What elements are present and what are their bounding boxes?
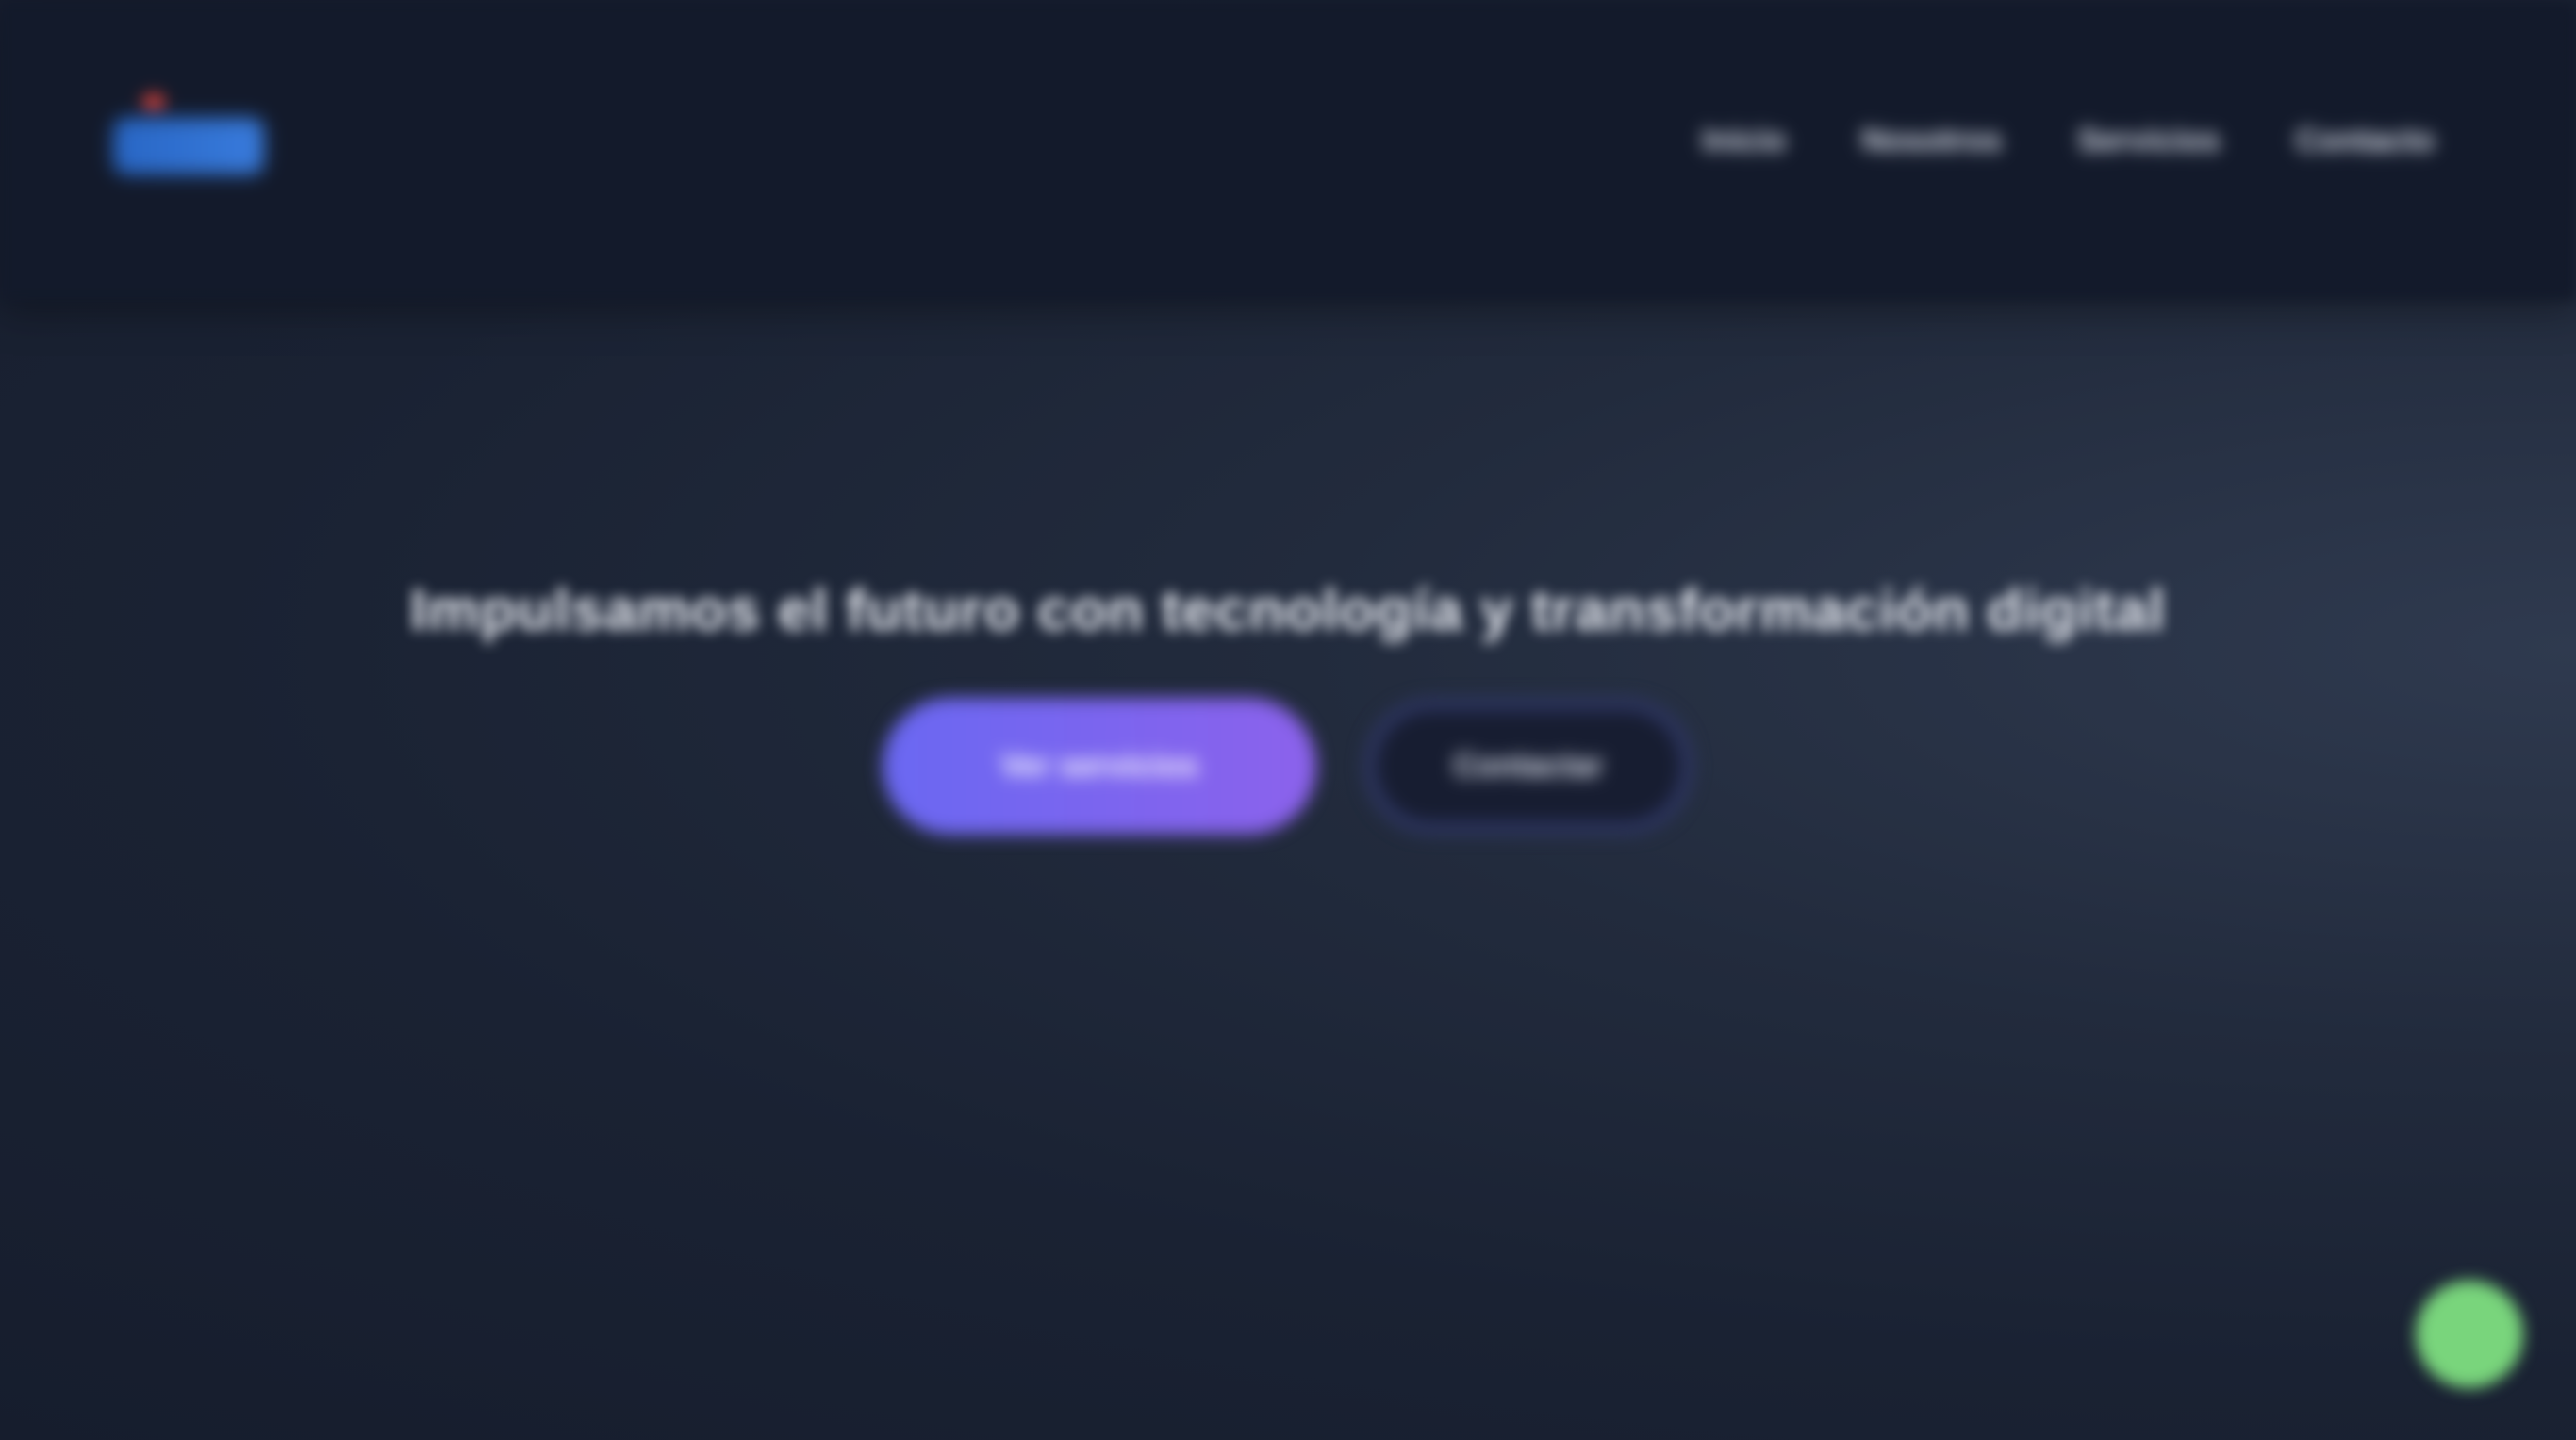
nav-item-nosotros[interactable]: Nosotros: [1861, 123, 2002, 159]
nav-item-contacto[interactable]: Contacto: [2296, 123, 2435, 159]
page: Inicio Nosotros Servicios Contacto Impul…: [0, 0, 2576, 1440]
chat-bubble-icon[interactable]: [2416, 1281, 2523, 1388]
logo-accent-dot: [141, 93, 166, 110]
hero-actions: Ver servicios Contactar: [0, 698, 2576, 835]
site-header: Inicio Nosotros Servicios Contacto: [0, 0, 2576, 300]
nav-item-servicios[interactable]: Servicios: [2077, 123, 2220, 159]
hero-title: Impulsamos el futuro con tecnología y tr…: [410, 577, 2166, 643]
site-logo[interactable]: [104, 90, 358, 193]
secondary-cta-button[interactable]: Contactar: [1363, 698, 1693, 835]
nav-item-inicio[interactable]: Inicio: [1702, 123, 1786, 159]
company-logo-icon: [113, 118, 264, 174]
hero-section: Impulsamos el futuro con tecnología y tr…: [0, 538, 2576, 683]
main-nav: Inicio Nosotros Servicios Contacto: [1702, 123, 2435, 159]
primary-cta-button[interactable]: Ver servicios: [883, 698, 1316, 835]
